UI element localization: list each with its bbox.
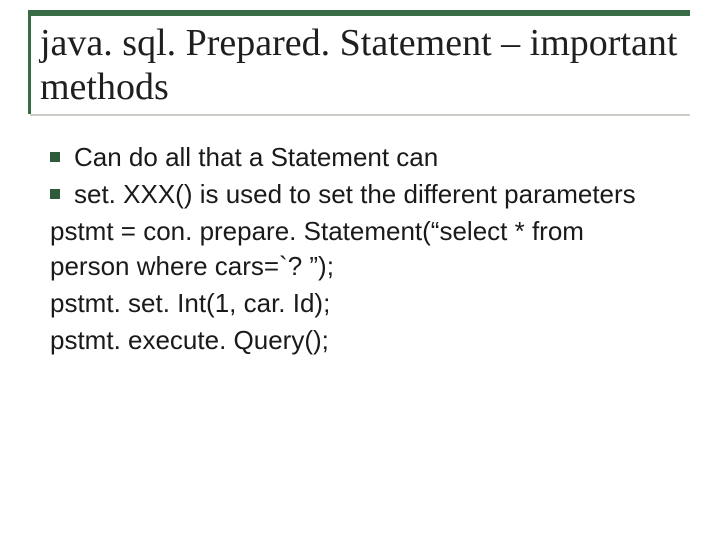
code-line: pstmt. set. Int(1, car. Id);: [50, 286, 670, 321]
slide-body: Can do all that a Statement can set. XXX…: [50, 140, 670, 359]
slide-title: java. sql. Prepared. Statement – importa…: [40, 22, 680, 109]
title-line-1: java. sql. Prepared. Statement – importa…: [40, 22, 677, 64]
accent-bar: [28, 10, 690, 16]
slide: java. sql. Prepared. Statement – importa…: [0, 0, 720, 540]
bullet-text: set. XXX() is used to set the different …: [74, 177, 670, 212]
square-bullet-icon: [50, 189, 60, 199]
code-line: pstmt. execute. Query();: [50, 323, 670, 358]
title-underline: [30, 114, 690, 116]
square-bullet-icon: [50, 152, 60, 162]
accent-vertical: [28, 10, 31, 114]
title-line-2: methods: [40, 66, 169, 108]
bullet-text: Can do all that a Statement can: [74, 140, 670, 175]
code-line: pstmt = con. prepare. Statement(“select …: [50, 214, 670, 284]
bullet-item: Can do all that a Statement can: [50, 140, 670, 175]
bullet-item: set. XXX() is used to set the different …: [50, 177, 670, 212]
